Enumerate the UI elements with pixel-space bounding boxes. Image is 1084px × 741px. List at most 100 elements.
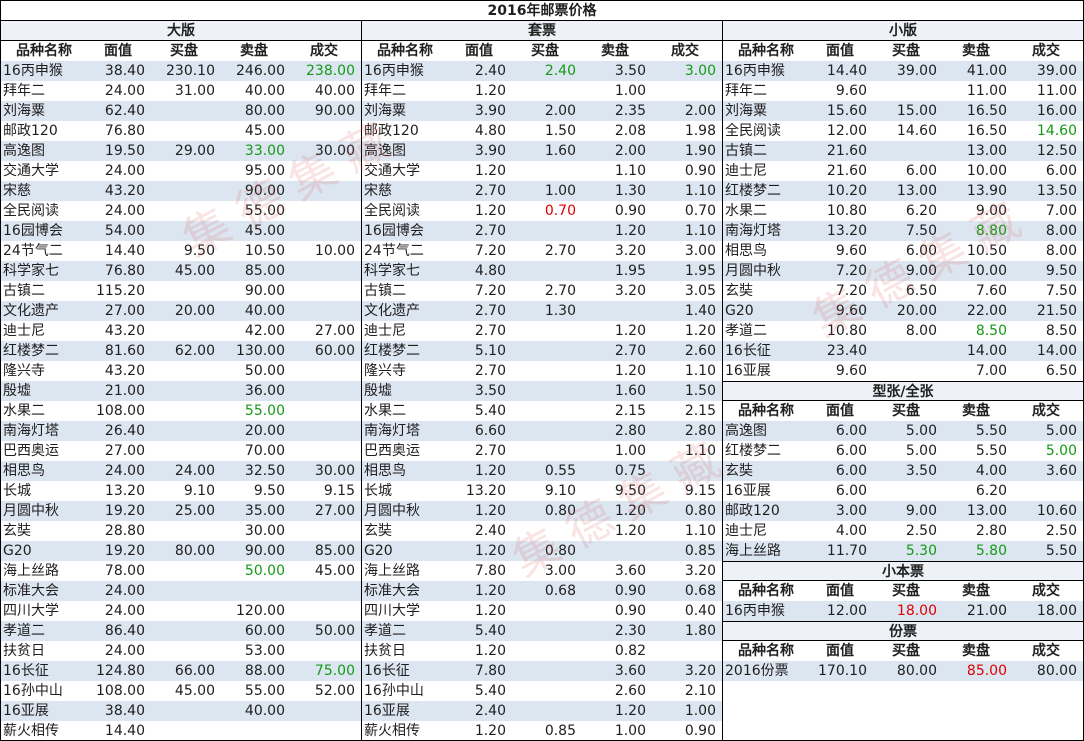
set-panel: 套票 品种名称 面值 买盘 卖盘 成交 16丙申猴 2.40 2.40 3.50 3.00 拜年二 1… <box>362 21 723 741</box>
table-row: 全民阅读 24.00 55.00 <box>1 201 361 221</box>
face-cell: 76.80 <box>104 263 145 279</box>
sell-cell: 5.50 <box>975 443 1007 459</box>
face-cell: 6.00 <box>835 443 867 459</box>
deal-cell: 14.00 <box>1036 343 1077 359</box>
table-row: 标准大会 1.20 0.68 0.90 0.68 <box>362 581 722 601</box>
table-row: 16丙申猴 2.40 2.40 3.50 3.00 <box>362 61 722 81</box>
table-row: 水果二 10.80 6.20 9.00 7.00 <box>723 201 1083 221</box>
buy-cell: 6.00 <box>905 243 937 259</box>
buy-cell: 9.10 <box>183 483 215 499</box>
deal-cell: 8.00 <box>1045 223 1077 239</box>
face-cell: 86.40 <box>104 623 145 639</box>
deal-cell <box>289 301 359 321</box>
buy-cell <box>149 161 219 181</box>
deal-cell <box>289 381 359 401</box>
stamp-name-cell: 巴西奥运 <box>3 443 59 459</box>
deal-cell <box>289 721 359 741</box>
column-header: 面值 <box>826 43 854 59</box>
face-cell: 2.70 <box>474 303 506 319</box>
table-row: 薪火相传 1.20 0.85 1.00 0.90 <box>362 721 722 741</box>
stamp-name-cell: 薪火相传 <box>3 723 59 739</box>
stamp-name-cell: 宋慈 <box>3 183 31 199</box>
sell-cell: 50.00 <box>244 563 285 579</box>
face-cell: 14.40 <box>826 63 867 79</box>
buy-cell: 5.30 <box>905 543 937 559</box>
deal-cell: 3.60 <box>1045 463 1077 479</box>
stamp-name-cell: 月圆中秋 <box>3 503 59 519</box>
stamp-name-cell: 科学家七 <box>3 263 59 279</box>
stamp-name-cell: 刘海粟 <box>364 103 406 119</box>
table-row: 水果二 108.00 55.00 <box>1 401 361 421</box>
deal-cell: 0.80 <box>684 503 716 519</box>
sell-cell: 8.80 <box>975 223 1007 239</box>
sell-cell: 35.00 <box>244 503 285 519</box>
buy-cell: 2.70 <box>544 243 576 259</box>
face-cell: 6.00 <box>835 463 867 479</box>
table-row: 全民阅读 1.20 0.70 0.90 0.70 <box>362 201 722 221</box>
column-header: 面值 <box>826 583 854 599</box>
column-header-row: 品种名称 面值 买盘 卖盘 成交 <box>1 41 361 61</box>
face-cell: 14.40 <box>104 243 145 259</box>
buy-cell: 14.60 <box>896 123 937 139</box>
face-cell: 2.70 <box>474 223 506 239</box>
table-row: 迪士尼 2.70 1.20 1.20 <box>362 321 722 341</box>
stamp-name-cell: 16长征 <box>725 343 771 359</box>
face-cell: 38.40 <box>104 63 145 79</box>
sell-cell: 36.00 <box>244 383 285 399</box>
face-cell: 2.40 <box>474 523 506 539</box>
sell-cell: 90.00 <box>244 543 285 559</box>
face-cell: 5.40 <box>474 623 506 639</box>
column-header: 品种名称 <box>738 43 794 59</box>
face-cell: 108.00 <box>96 683 145 699</box>
column-header: 成交 <box>1032 403 1060 419</box>
stamp-name-cell: 16丙申猴 <box>725 603 785 619</box>
buy-cell: 230.10 <box>166 63 215 79</box>
sell-cell <box>219 721 289 741</box>
deal-cell: 0.68 <box>684 583 716 599</box>
column-header: 面值 <box>826 643 854 659</box>
sell-cell: 6.20 <box>975 483 1007 499</box>
stamp-name-cell: 高逸图 <box>3 143 45 159</box>
buy-cell: 6.50 <box>905 283 937 299</box>
buy-cell <box>149 721 219 741</box>
buy-cell <box>871 361 941 381</box>
buy-cell <box>510 621 580 641</box>
table-row: 四川大学 24.00 120.00 <box>1 601 361 621</box>
sell-cell: 1.00 <box>614 83 646 99</box>
stamp-name-cell: 迪士尼 <box>3 323 45 339</box>
deal-cell: 50.00 <box>314 623 355 639</box>
sell-cell: 8.50 <box>975 323 1007 339</box>
buy-cell: 5.00 <box>905 423 937 439</box>
face-cell: 7.20 <box>835 263 867 279</box>
stamp-name-cell: 拜年二 <box>3 83 45 99</box>
table-row: 孝道二 10.80 8.00 8.50 8.50 <box>723 321 1083 341</box>
sell-cell: 1.30 <box>614 183 646 199</box>
deal-cell: 27.00 <box>314 323 355 339</box>
buy-cell: 20.00 <box>896 303 937 319</box>
buy-cell: 15.00 <box>896 103 937 119</box>
table-row: 16孙中山 108.00 45.00 55.00 52.00 <box>1 681 361 701</box>
column-header: 买盘 <box>892 403 920 419</box>
column-header: 品种名称 <box>377 43 433 59</box>
face-cell: 11.70 <box>826 543 867 559</box>
table-row: 古镇二 21.60 13.00 12.50 <box>723 141 1083 161</box>
buy-cell <box>510 601 580 621</box>
face-cell: 1.20 <box>474 503 506 519</box>
deal-cell: 1.98 <box>684 123 716 139</box>
table-row: 月圆中秋 1.20 0.80 1.20 0.80 <box>362 501 722 521</box>
stamp-name-cell: 全民阅读 <box>3 203 59 219</box>
face-cell: 24.00 <box>104 83 145 99</box>
buy-cell: 7.50 <box>905 223 937 239</box>
buy-cell: 3.50 <box>905 463 937 479</box>
face-cell: 28.80 <box>104 523 145 539</box>
table-row: 16长征 7.80 3.60 3.20 <box>362 661 722 681</box>
buy-cell <box>149 561 219 581</box>
table-row: 南海灯塔 6.60 2.80 2.80 <box>362 421 722 441</box>
blank-row <box>723 721 1083 741</box>
deal-cell <box>289 161 359 181</box>
stamp-name-cell: 高逸图 <box>364 143 406 159</box>
buy-cell <box>149 281 219 301</box>
stamp-name-cell: 海上丝路 <box>3 563 59 579</box>
sell-cell: 2.08 <box>614 123 646 139</box>
face-cell: 26.40 <box>104 423 145 439</box>
